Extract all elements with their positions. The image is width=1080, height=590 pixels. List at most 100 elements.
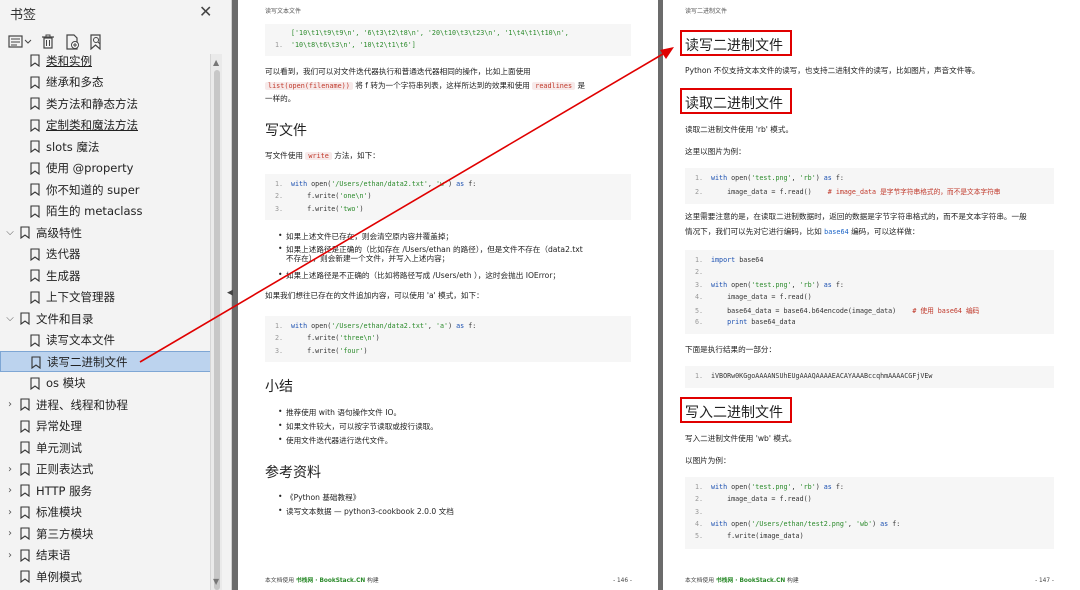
chevron-right-icon[interactable]: › xyxy=(4,399,16,410)
reference-link[interactable]: 读写文本数据 — python3-cookbook 2.0.0 文档 xyxy=(278,506,454,517)
bookmark-item[interactable]: › 第三方模块 xyxy=(0,523,222,544)
bookmark-item[interactable]: ⌵ 高级特性 xyxy=(0,222,222,243)
bookmark-icon xyxy=(20,312,30,328)
code-line: 5. base64_data = base64.b64encode(image_… xyxy=(694,307,980,316)
bookmark-icon xyxy=(31,356,41,372)
find-bookmark-icon[interactable] xyxy=(88,34,104,50)
options-menu-icon[interactable] xyxy=(8,35,32,49)
chevron-down-icon[interactable]: ⌵ xyxy=(4,227,16,238)
bookmark-item[interactable]: os 模块 xyxy=(0,373,222,394)
code-line: 3. with open('test.png', 'rb') as f: xyxy=(694,280,844,289)
bookmark-item[interactable]: 陌生的 metaclass xyxy=(0,201,222,222)
code-block: 1. import base64 2. 3. with open('test.png',… xyxy=(685,250,1054,334)
list-item: 如果上述路径是不正确的（比如将路径写成 /Users/eth ），这时会抛出 I… xyxy=(278,270,560,281)
code-line: 1. with open('test.png', 'rb') as f: xyxy=(694,483,844,491)
code-line: 4. with open('/Users/ethan/test2.png', 'w… xyxy=(694,519,901,528)
pdf-viewer: 书签 ✕ 类和实例 继承和多态 类方法和静态方法 定制类和魔法方法 slots 魔法 使用… xyxy=(0,0,1080,590)
bookmark-item[interactable]: 异常处理 xyxy=(0,416,222,437)
bookmark-item[interactable]: 继承和多态 xyxy=(0,72,222,93)
bookmark-item[interactable]: › HTTP 服务 xyxy=(0,480,222,501)
bookmark-label: HTTP 服务 xyxy=(36,483,93,498)
bookmark-label: 结束语 xyxy=(36,548,71,562)
chevron-right-icon[interactable]: › xyxy=(4,528,16,539)
bookmark-icon xyxy=(30,54,40,70)
close-icon[interactable]: ✕ xyxy=(199,2,212,21)
bookmark-item[interactable]: 定制类和魔法方法 xyxy=(0,115,222,136)
bookmark-icon xyxy=(20,226,30,242)
page-footer: 本文档使用 书栈网 · BookStack.CN 构建 xyxy=(685,578,799,584)
page-footer: 本文档使用 书栈网 · BookStack.CN 构建 xyxy=(265,578,379,584)
bookmark-icon xyxy=(30,247,40,264)
bookmark-icon xyxy=(20,398,30,414)
code-line: 1. with open('test.png', 'rb') as f: xyxy=(694,174,844,182)
chevron-right-icon[interactable]: › xyxy=(4,464,16,475)
section-heading: 写文件 xyxy=(265,123,307,139)
code-line: 3. f.write('two') xyxy=(274,204,364,213)
scroll-up-icon[interactable]: ▲ xyxy=(213,58,219,67)
code-block: ['10\t1\t9\t9\n', '6\t3\t2\t8\n', '20\t1… xyxy=(265,24,631,56)
bookmark-label: 标准模块 xyxy=(36,505,82,519)
bookmark-item[interactable]: 你不知道的 super xyxy=(0,179,222,200)
bookmark-label: 上下文管理器 xyxy=(46,290,115,304)
chevron-right-icon[interactable]: › xyxy=(4,507,16,518)
paragraph: 写入二进制文件使用 'wb' 模式。 xyxy=(685,434,797,443)
code-line: 4. image_data = f.read() xyxy=(694,292,812,301)
bookmark-item[interactable]: 使用 @property xyxy=(0,158,222,179)
section-heading: 小结 xyxy=(265,379,293,395)
bookmark-item[interactable]: › 结束语 xyxy=(0,545,222,566)
bookmark-item[interactable]: 生成器 xyxy=(0,265,222,286)
bookmark-icon xyxy=(30,290,40,307)
code-line: 6. print base64_data xyxy=(694,317,796,326)
bookmark-item[interactable]: › 标准模块 xyxy=(0,502,222,523)
paragraph: 写文件使用 write 方法，如下： xyxy=(265,151,380,160)
bookmark-icon xyxy=(20,484,30,500)
bookmark-label: 陌生的 metaclass xyxy=(46,204,143,218)
bookmark-item[interactable]: 单例模式 xyxy=(0,566,222,587)
paragraph: 以图片为例： xyxy=(685,456,731,465)
bookmark-label: 文件和目录 xyxy=(36,311,94,326)
bookmark-item[interactable]: 单元测试 xyxy=(0,437,222,458)
bookmark-item[interactable]: 上下文管理器 xyxy=(0,287,222,308)
bookmark-icon xyxy=(30,204,40,221)
bookmark-item[interactable]: › 进程、线程和协程 xyxy=(0,394,222,415)
code-line: 1. import base64 xyxy=(694,256,764,264)
bookmark-icon xyxy=(20,462,30,479)
delete-icon[interactable] xyxy=(40,34,56,50)
page-146: 读写文本文件 ['10\t1\t9\t9\n', '6\t3\t2\t8\n',… xyxy=(238,0,658,590)
bookmark-item[interactable]: 类和实例 xyxy=(0,54,222,71)
scroll-down-icon[interactable]: ▼ xyxy=(213,577,219,586)
bookmark-item[interactable]: ⌵ 文件和目录 xyxy=(0,308,222,329)
bookmark-icon xyxy=(30,75,40,92)
scrollbar-thumb[interactable] xyxy=(214,70,220,590)
bookmark-icon xyxy=(20,570,30,586)
bookmark-icon xyxy=(30,376,40,393)
code-line: 2. image_data = f.read() xyxy=(694,495,812,504)
bookmark-icon xyxy=(30,183,40,199)
bookmark-label: 进程、线程和协程 xyxy=(36,397,128,412)
code-block: 1. with open('/Users/ethan/data2.txt', 'a… xyxy=(265,316,631,362)
code-line: 1. iVBORw0KGgoAAAANSUhEUgAAAQAAAAEACAYAAA… xyxy=(694,372,933,380)
chevron-right-icon[interactable]: › xyxy=(4,550,16,561)
code-block: 1. with open('test.png', 'rb') as f: 2. im… xyxy=(685,477,1054,549)
bookmark-item[interactable]: 读写二进制文件 xyxy=(0,351,222,372)
new-bookmark-icon[interactable] xyxy=(64,34,80,50)
code-line: 2. f.write('one\n') xyxy=(274,192,372,201)
chevron-down-icon[interactable]: ⌵ xyxy=(4,313,16,324)
list-item-cont: 不存在），则会新建一个文件，并写入上述内容； xyxy=(286,254,450,263)
bookmarks-scrollbar[interactable]: ▲ ▼ xyxy=(210,54,222,590)
paragraph: 一样的。 xyxy=(265,94,296,103)
paragraph: 可以看到，我们可以对文件迭代器执行和普通迭代器相同的操作，比如上面使用 xyxy=(265,67,531,76)
bookmark-label: 读写文本文件 xyxy=(46,333,115,347)
bookmark-label: 定制类和魔法方法 xyxy=(46,118,138,132)
bookmark-item[interactable]: slots 魔法 xyxy=(0,136,222,157)
running-header: 读写文本文件 xyxy=(265,8,302,15)
page-heading: 读写二进制文件 xyxy=(685,38,783,54)
code-line: 1. with open('/Users/ethan/data2.txt', 'w… xyxy=(274,180,477,188)
bookmark-item[interactable]: 类方法和静态方法 xyxy=(0,93,222,114)
bookmark-item[interactable]: 读写文本文件 xyxy=(0,330,222,351)
running-header: 读写二进制文件 xyxy=(685,8,728,15)
bookmark-item[interactable]: 迭代器 xyxy=(0,244,222,265)
bookmark-item[interactable]: › 正则表达式 xyxy=(0,459,222,480)
chevron-right-icon[interactable]: › xyxy=(4,485,16,496)
bookmark-label: 异常处理 xyxy=(36,419,82,433)
